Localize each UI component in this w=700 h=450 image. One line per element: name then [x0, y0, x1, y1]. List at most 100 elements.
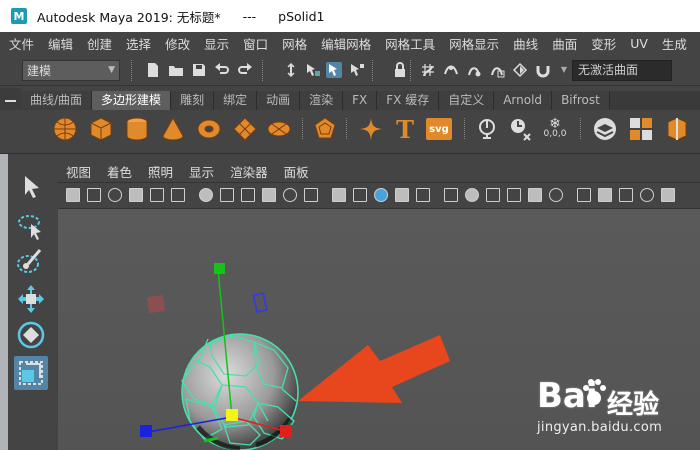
chevron-down-icon[interactable]: ▼	[556, 62, 572, 78]
snap-point-icon[interactable]	[466, 62, 482, 78]
select-component-icon[interactable]	[349, 62, 365, 78]
shelf-tab-7[interactable]: FX 缓存	[377, 91, 440, 110]
resolution-gate-icon[interactable]	[262, 188, 276, 202]
menu-item-4[interactable]: 修改	[165, 34, 190, 53]
poly-torus-icon[interactable]	[196, 116, 222, 142]
save-scene-icon[interactable]	[191, 62, 207, 78]
mode-dropdown[interactable]: 建模 ▼	[22, 60, 120, 81]
wireframe-on-shaded-icon[interactable]	[395, 188, 409, 202]
magnet-icon[interactable]	[535, 62, 551, 78]
safe-title-icon[interactable]	[332, 188, 346, 202]
gate-mask-icon[interactable]	[283, 188, 297, 202]
menu-item-11[interactable]: 曲线	[513, 34, 538, 53]
shelf-tab-8[interactable]: 自定义	[439, 91, 495, 110]
menu-item-2[interactable]: 创建	[87, 34, 112, 53]
attributes-icon[interactable]	[171, 188, 185, 202]
panel-menu-item-5[interactable]: 面板	[284, 162, 309, 181]
open-scene-icon[interactable]	[168, 62, 184, 78]
svg-tool-icon[interactable]: svg	[426, 118, 452, 140]
poly-cube-icon[interactable]	[88, 116, 114, 142]
xray-components-icon[interactable]	[640, 188, 654, 202]
snap-view-plane-icon[interactable]	[489, 62, 505, 78]
xray-joints-icon[interactable]	[619, 188, 633, 202]
select-object-icon[interactable]	[326, 62, 342, 78]
shelf-tab-5[interactable]: 渲染	[300, 91, 344, 110]
extract-icon[interactable]	[664, 116, 690, 142]
redo-icon[interactable]	[237, 62, 253, 78]
shadows-icon[interactable]	[465, 188, 479, 202]
gamma-icon[interactable]	[661, 188, 675, 202]
menu-item-9[interactable]: 网格工具	[385, 34, 435, 53]
new-scene-icon[interactable]	[145, 62, 161, 78]
image-plane-icon[interactable]	[108, 188, 122, 202]
scale-tool-icon[interactable]	[14, 356, 48, 390]
menu-item-8[interactable]: 编辑网格	[321, 34, 371, 53]
menu-item-0[interactable]: 文件	[9, 34, 34, 53]
anti-alias-icon[interactable]	[528, 188, 542, 202]
menu-item-7[interactable]: 网格	[282, 34, 307, 53]
type-tool-icon[interactable]: T	[392, 115, 418, 144]
shelf-tab-2[interactable]: 雕刻	[171, 91, 215, 110]
ambient-occlusion-icon[interactable]	[486, 188, 500, 202]
menu-item-15[interactable]: 生成	[662, 34, 687, 53]
measure-tool-icon[interactable]	[508, 116, 534, 142]
poly-cylinder-icon[interactable]	[124, 116, 150, 142]
z-plane-handle[interactable]	[252, 291, 268, 314]
bookmark-icon[interactable]	[87, 188, 101, 202]
depth-of-field-icon[interactable]	[549, 188, 563, 202]
y-axis-handle[interactable]	[214, 263, 225, 274]
panel-menu-item-0[interactable]: 视图	[66, 162, 91, 181]
shelf-tab-10[interactable]: Bifrost	[552, 91, 610, 110]
shelf-tab-3[interactable]: 绑定	[214, 91, 258, 110]
xray-icon[interactable]	[598, 188, 612, 202]
menu-item-13[interactable]: 变形	[591, 34, 616, 53]
poly-cone-icon[interactable]	[160, 116, 186, 142]
menu-item-10[interactable]: 网格显示	[449, 34, 499, 53]
lock-icon[interactable]	[392, 62, 408, 78]
smooth-shade-icon[interactable]	[374, 188, 388, 202]
shelf-tab-9[interactable]: Arnold	[494, 91, 553, 110]
rotate-tool-icon[interactable]	[14, 318, 48, 352]
select-tool-icon[interactable]	[14, 170, 48, 204]
snowflake-icon[interactable]: ❄ 0,0,0	[542, 116, 568, 142]
separate-icon[interactable]	[628, 116, 654, 142]
menu-item-5[interactable]: 显示	[204, 34, 229, 53]
snap-curve-icon[interactable]	[443, 62, 459, 78]
platonic-solid-icon[interactable]	[312, 116, 338, 142]
textured-icon[interactable]	[416, 188, 430, 202]
camera-icon[interactable]	[66, 188, 80, 202]
combine-icon[interactable]	[592, 116, 618, 142]
shelf-tab-4[interactable]: 动画	[257, 91, 301, 110]
shelf-tab-0[interactable]: 曲线/曲面	[21, 91, 93, 110]
motion-blur-icon[interactable]	[507, 188, 521, 202]
shelf-tab-6[interactable]: FX	[343, 91, 378, 110]
collapse-icon[interactable]	[283, 62, 299, 78]
poly-disc-icon[interactable]	[266, 116, 292, 142]
menu-item-1[interactable]: 编辑	[48, 34, 73, 53]
select-hierarchy-icon[interactable]	[305, 62, 321, 78]
grease-pencil-icon[interactable]	[150, 188, 164, 202]
undo-icon[interactable]	[214, 62, 230, 78]
poly-plane-icon[interactable]	[232, 116, 258, 142]
menu-item-14[interactable]: UV	[630, 36, 648, 51]
menu-item-6[interactable]: 窗口	[243, 34, 268, 53]
paint-select-icon[interactable]	[14, 246, 48, 280]
panel-menu-item-3[interactable]: 显示	[189, 162, 214, 181]
no-active-surface-field[interactable]: 无激活曲面	[572, 60, 672, 81]
lasso-tool-icon[interactable]	[14, 210, 48, 244]
snap-grid-icon[interactable]	[420, 62, 436, 78]
x-axis-handle[interactable]	[280, 425, 292, 437]
center-handle[interactable]	[226, 409, 238, 421]
panel-menu-item-1[interactable]: 着色	[107, 162, 132, 181]
snap-live-icon[interactable]	[512, 62, 528, 78]
panel-menu-item-4[interactable]: 渲染器	[230, 162, 268, 181]
panel-menu-item-2[interactable]: 照明	[148, 162, 173, 181]
menu-lines-icon[interactable]	[5, 100, 16, 102]
grid-icon[interactable]	[220, 188, 234, 202]
wireframe-icon[interactable]	[353, 188, 367, 202]
menu-item-3[interactable]: 选择	[126, 34, 151, 53]
isolate-icon[interactable]	[577, 188, 591, 202]
z-axis-handle[interactable]	[140, 425, 152, 437]
2d-pan-icon[interactable]	[129, 188, 143, 202]
lock-camera-icon[interactable]	[199, 188, 213, 202]
